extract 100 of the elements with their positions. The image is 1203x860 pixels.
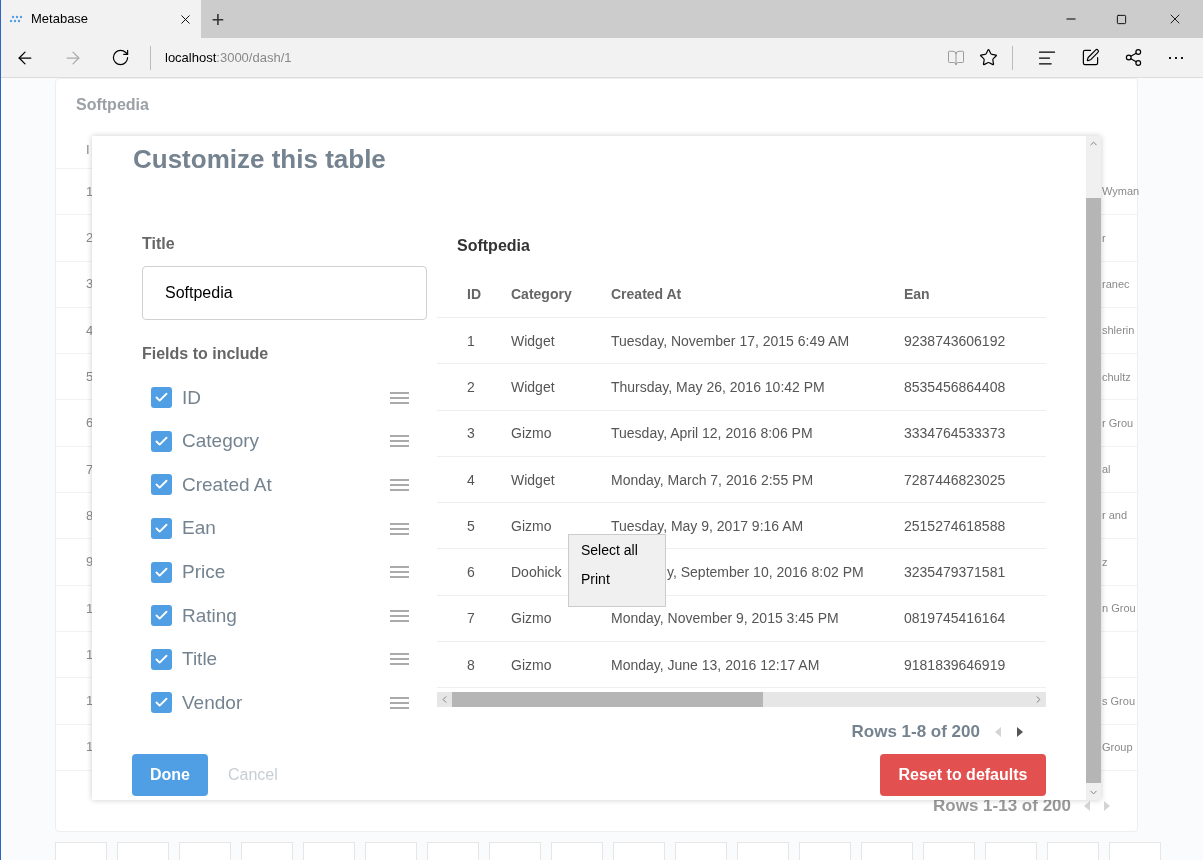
table-cell: Monday, November 9, 2015 3:45 PM [611, 610, 839, 627]
previous-page-icon[interactable] [1083, 800, 1091, 812]
table-cell-text: 4 [86, 321, 94, 340]
field-label: Category [182, 429, 261, 454]
table-cell: Gizmo [511, 517, 552, 534]
table-cell-text: I [86, 140, 90, 159]
table-cell-text: z [1101, 554, 1108, 570]
browser-tab[interactable]: Metabase [1, 0, 201, 38]
table-cell: Thursday, May 26, 2016 10:42 PM [611, 378, 825, 395]
field-label: Created At [182, 472, 273, 497]
refresh-icon[interactable] [111, 48, 130, 67]
table-cell: 7287446823025 [904, 471, 1006, 488]
field-label: Rating [182, 603, 238, 628]
maximize-icon[interactable] [1116, 13, 1127, 25]
table-cell-text: Group [1101, 739, 1133, 755]
table-cell: 3334764533373 [904, 425, 1006, 442]
table-cell: 5 [467, 517, 475, 534]
table-cell-text: s Grou [1101, 693, 1135, 709]
note-icon[interactable] [1081, 48, 1100, 67]
field-checkbox[interactable] [151, 692, 172, 714]
column-header[interactable]: ID [437, 284, 511, 305]
drag-handle-icon[interactable] [390, 609, 409, 622]
more-icon[interactable]: ⋯ [1167, 44, 1185, 71]
drag-handle-icon[interactable] [390, 522, 409, 535]
table-cell-text: r and [1101, 508, 1128, 524]
dialog-title: Customize this table [132, 143, 387, 176]
field-checkbox[interactable] [151, 648, 172, 670]
table-cell: 4 [467, 471, 475, 488]
field-checkbox[interactable] [151, 474, 172, 496]
table-cell: Gizmo [511, 425, 552, 442]
reset-button[interactable]: Reset to defaults [880, 753, 1046, 796]
table-cell-text: chultz [1101, 369, 1131, 385]
next-page-icon[interactable] [1016, 726, 1024, 739]
table-cell: 1 [467, 332, 475, 349]
app-icon [9, 13, 23, 25]
table-cell: 9238743606192 [904, 332, 1006, 349]
drag-handle-icon[interactable] [390, 391, 409, 404]
table-cell: 6 [467, 564, 475, 581]
table-cell: 8535456864408 [904, 378, 1006, 395]
table-cell: 7 [467, 610, 475, 627]
field-checkbox[interactable] [151, 561, 172, 583]
table-cell-text: shlerin [1101, 323, 1135, 339]
table-cell-text: r Grou [1101, 415, 1134, 431]
drag-handle-icon[interactable] [390, 653, 409, 666]
drag-handle-icon[interactable] [390, 435, 409, 448]
share-icon[interactable] [1124, 48, 1143, 67]
table-cell: 3235479371581 [904, 564, 1006, 581]
fields-label: Fields to include [142, 344, 270, 364]
table-cell-text: Wyman [1101, 184, 1140, 200]
table-cell: Monday, March 7, 2016 2:55 PM [611, 471, 814, 488]
table-cell: Doohick [511, 564, 562, 581]
column-header[interactable]: Category [511, 284, 611, 305]
table-cell-text: n Grou [1101, 601, 1136, 617]
menu-item[interactable]: Select all [569, 540, 665, 561]
field-label: Price [182, 559, 227, 584]
field-label: Ean [182, 516, 217, 541]
table-cell-text: 8 [86, 506, 94, 525]
field-checkbox[interactable] [151, 430, 172, 452]
drag-handle-icon[interactable] [390, 696, 409, 709]
table-cell: Tuesday, April 12, 2016 8:06 PM [611, 425, 813, 442]
field-label: Title [182, 647, 219, 672]
field-checkbox[interactable] [151, 387, 172, 409]
drag-handle-icon[interactable] [390, 566, 409, 579]
table-cell: Monday, June 13, 2016 12:17 AM [611, 656, 820, 673]
table-cell: 3 [467, 425, 475, 442]
menu-item[interactable]: Print [569, 569, 665, 590]
dialog-scrollbar[interactable] [1086, 136, 1101, 800]
star-icon[interactable] [979, 48, 998, 67]
table-cell-text: r [1101, 230, 1106, 246]
preview-title: Softpedia [456, 236, 531, 256]
field-checkbox[interactable] [151, 605, 172, 627]
table-cell: Gizmo [511, 656, 552, 673]
table-cell: Widget [511, 378, 555, 395]
table-cell: Tuesday, May 9, 2017 9:16 AM [611, 517, 804, 534]
table-cell: 0819745416164 [904, 610, 1006, 627]
table-cell: 2515274618588 [904, 517, 1006, 534]
table-cell-text: al [1101, 462, 1111, 478]
new-tab-button[interactable]: + [201, 0, 235, 38]
previous-page-icon[interactable] [994, 726, 1002, 739]
table-cell: 9181839646919 [904, 656, 1006, 673]
card-title: Softpedia [75, 95, 150, 115]
column-header[interactable]: Created At [611, 284, 904, 305]
column-header[interactable]: Ean [904, 284, 1046, 305]
tab-title: Metabase [31, 10, 90, 29]
table-cell-text: ranec [1101, 277, 1130, 292]
field-label: Vendor [182, 690, 244, 715]
table-cell-text: y, September 10, 2016 8:02 PM [666, 564, 864, 581]
title-field[interactable]: Softpedia [142, 266, 427, 320]
url-field[interactable]: localhost:3000/dash/1 [165, 47, 947, 68]
table-cell: 2 [467, 378, 475, 395]
table-cell: Widget [511, 471, 555, 488]
book-icon[interactable] [947, 48, 965, 67]
horizontal-scrollbar[interactable] [437, 692, 1046, 708]
table-cell: Gizmo [511, 610, 552, 627]
table-cell: Widget [511, 332, 555, 349]
field-label: ID [182, 385, 202, 410]
table-cell: Tuesday, November 17, 2015 6:49 AM [611, 332, 850, 349]
field-checkbox[interactable] [151, 518, 172, 540]
table-cell: 8 [467, 656, 475, 673]
drag-handle-icon[interactable] [390, 479, 409, 491]
